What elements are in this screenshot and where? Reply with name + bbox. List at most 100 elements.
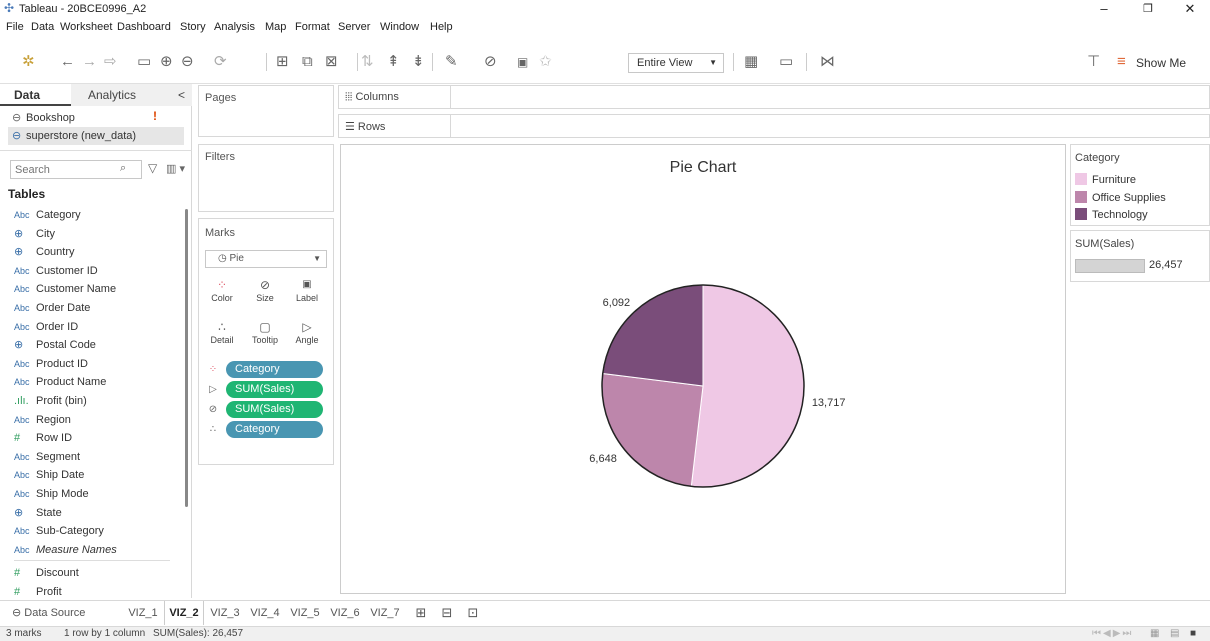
- refresh-icon[interactable]: ⟳: [214, 53, 227, 71]
- sort-descending-icon[interactable]: ⇟: [412, 53, 425, 71]
- detail-pill-category[interactable]: Category: [226, 421, 323, 438]
- minimize-button[interactable]: –: [1085, 0, 1123, 18]
- field-item[interactable]: ⊕ Postal Code: [14, 336, 96, 354]
- field-item[interactable]: Abc Customer Name: [14, 280, 116, 298]
- fix-axes-icon[interactable]: ✩: [539, 53, 552, 71]
- group-icon[interactable]: ⊘: [484, 53, 497, 71]
- pie-slice-furniture[interactable]: [690, 284, 805, 488]
- field-item[interactable]: Abc Region: [14, 411, 71, 429]
- menu-dashboard[interactable]: Dashboard: [117, 21, 171, 33]
- legend-item-office-supplies[interactable]: Office Supplies: [1075, 190, 1166, 206]
- field-item[interactable]: Abc Sub-Category: [14, 522, 104, 540]
- size-pill-sales[interactable]: SUM(Sales): [226, 401, 323, 418]
- back-icon[interactable]: ←: [60, 53, 75, 71]
- show-me-button[interactable]: Show Me: [1136, 56, 1186, 70]
- data-source-bookshop[interactable]: ⊖ Bookshop: [12, 109, 75, 127]
- scrollbar-thumb[interactable]: [185, 209, 188, 507]
- tooltip-button[interactable]: ▢ Tooltip: [247, 317, 283, 353]
- menu-story[interactable]: Story: [180, 21, 206, 33]
- field-item[interactable]: ⊕ City: [14, 225, 55, 243]
- mark-type-dropdown[interactable]: ◷ Pie ▼: [205, 250, 327, 268]
- clear-sheet-icon[interactable]: ⊠: [325, 53, 338, 71]
- sheet-navigation-icon[interactable]: ⏮◀▶⏭: [1092, 628, 1133, 639]
- show-sheet-sorter-icon[interactable]: ▦: [1150, 628, 1159, 639]
- show-filmstrip-icon[interactable]: ▤: [1170, 628, 1179, 639]
- data-source-superstore[interactable]: ⊖ superstore (new_data): [8, 127, 184, 145]
- label-button[interactable]: ▣ Label: [289, 275, 325, 311]
- menu-server[interactable]: Server: [338, 21, 370, 33]
- field-item[interactable]: Abc Segment: [14, 448, 80, 466]
- save-icon[interactable]: ▭: [137, 53, 151, 71]
- field-item[interactable]: Abc Ship Date: [14, 466, 84, 484]
- share-icon[interactable]: ⋈: [820, 53, 835, 71]
- angle-pill-sales[interactable]: SUM(Sales): [226, 381, 323, 398]
- forward-icon[interactable]: →: [82, 53, 97, 71]
- field-item[interactable]: # Discount: [14, 564, 79, 582]
- swap-icon[interactable]: ⇅: [361, 53, 374, 71]
- menu-analysis[interactable]: Analysis: [214, 21, 255, 33]
- new-data-source-icon[interactable]: ⊕: [160, 53, 173, 71]
- field-item[interactable]: Abc Measure Names: [14, 541, 117, 559]
- field-item[interactable]: Abc Order Date: [14, 299, 90, 317]
- size-legend[interactable]: SUM(Sales) 26,457: [1070, 230, 1210, 282]
- duplicate-sheet-icon[interactable]: ⧉: [302, 53, 313, 71]
- data-source-tab[interactable]: ⊖ Data Source: [6, 601, 98, 625]
- view-canvas[interactable]: Pie Chart 13,717 6,648 6,092: [340, 144, 1066, 594]
- tab-viz-4[interactable]: VIZ_4: [246, 601, 284, 625]
- field-item[interactable]: ⊕ Country: [14, 243, 75, 261]
- angle-button[interactable]: ▷ Angle: [289, 317, 325, 353]
- menu-window[interactable]: Window: [380, 21, 419, 33]
- field-item[interactable]: Abc Ship Mode: [14, 485, 89, 503]
- field-item[interactable]: Abc Order ID: [14, 318, 78, 336]
- pages-card[interactable]: Pages: [198, 85, 334, 137]
- field-item[interactable]: Abc Product Name: [14, 373, 106, 391]
- field-item[interactable]: Abc Customer ID: [14, 262, 98, 280]
- close-button[interactable]: ✕: [1171, 0, 1209, 18]
- tab-data[interactable]: Data: [0, 84, 71, 106]
- field-item[interactable]: Abc Product ID: [14, 355, 88, 373]
- presentation-mode-icon[interactable]: ▭: [779, 53, 793, 71]
- color-pill-category[interactable]: Category: [226, 361, 323, 378]
- pin-icon[interactable]: ⊤: [1087, 53, 1100, 71]
- restore-button[interactable]: ❐: [1129, 0, 1167, 18]
- show-me-icon[interactable]: ≡: [1117, 53, 1126, 71]
- legend-item-furniture[interactable]: Furniture: [1075, 172, 1136, 188]
- tab-analytics[interactable]: Analytics: [71, 84, 171, 106]
- view-options-icon[interactable]: ▥ ▾: [166, 162, 185, 175]
- menu-format[interactable]: Format: [295, 21, 330, 33]
- menu-map[interactable]: Map: [265, 21, 286, 33]
- color-button[interactable]: ⁘ Color: [204, 275, 240, 311]
- new-story-icon[interactable]: ⊡: [462, 601, 484, 625]
- pie-slice-office-supplies[interactable]: [601, 372, 704, 487]
- tab-viz-2[interactable]: VIZ_2: [164, 601, 204, 625]
- redo-icon[interactable]: ⇨: [104, 53, 117, 71]
- field-item[interactable]: ⊕ State: [14, 504, 62, 522]
- field-item[interactable]: # Row ID: [14, 429, 72, 447]
- tab-viz-6[interactable]: VIZ_6: [326, 601, 364, 625]
- collapse-pane-button[interactable]: <: [171, 84, 192, 106]
- color-legend[interactable]: Category Furniture Office Supplies Techn…: [1070, 144, 1210, 226]
- columns-shelf[interactable]: ⦙⦙⦙ Columns: [338, 85, 1210, 109]
- new-worksheet-icon[interactable]: ⊞: [276, 53, 289, 71]
- rows-shelf[interactable]: ☰ Rows: [338, 114, 1210, 138]
- menu-file[interactable]: File: [6, 21, 24, 33]
- tab-viz-3[interactable]: VIZ_3: [206, 601, 244, 625]
- tableau-home-icon[interactable]: ✲: [22, 53, 35, 71]
- filter-icon[interactable]: ▽: [148, 161, 157, 175]
- new-worksheet-icon[interactable]: ⊞: [410, 601, 432, 625]
- label-icon[interactable]: ▣: [517, 53, 528, 71]
- size-button[interactable]: ⊘ Size: [247, 275, 283, 311]
- pie-chart[interactable]: 13,717 6,648 6,092: [341, 145, 1065, 593]
- field-item[interactable]: Abc Category: [14, 206, 81, 224]
- sort-ascending-icon[interactable]: ⇞: [387, 53, 400, 71]
- legend-item-technology[interactable]: Technology: [1075, 207, 1148, 223]
- tab-viz-5[interactable]: VIZ_5: [286, 601, 324, 625]
- new-dashboard-icon[interactable]: ⊟: [436, 601, 458, 625]
- show-tabs-icon[interactable]: ■: [1190, 628, 1196, 639]
- show-cards-icon[interactable]: ▦: [744, 53, 758, 71]
- highlight-icon[interactable]: ✎: [445, 53, 458, 71]
- tab-viz-1[interactable]: VIZ_1: [124, 601, 162, 625]
- menu-help[interactable]: Help: [430, 21, 453, 33]
- pause-updates-icon[interactable]: ⊖: [181, 53, 194, 71]
- menu-worksheet[interactable]: Worksheet: [60, 21, 112, 33]
